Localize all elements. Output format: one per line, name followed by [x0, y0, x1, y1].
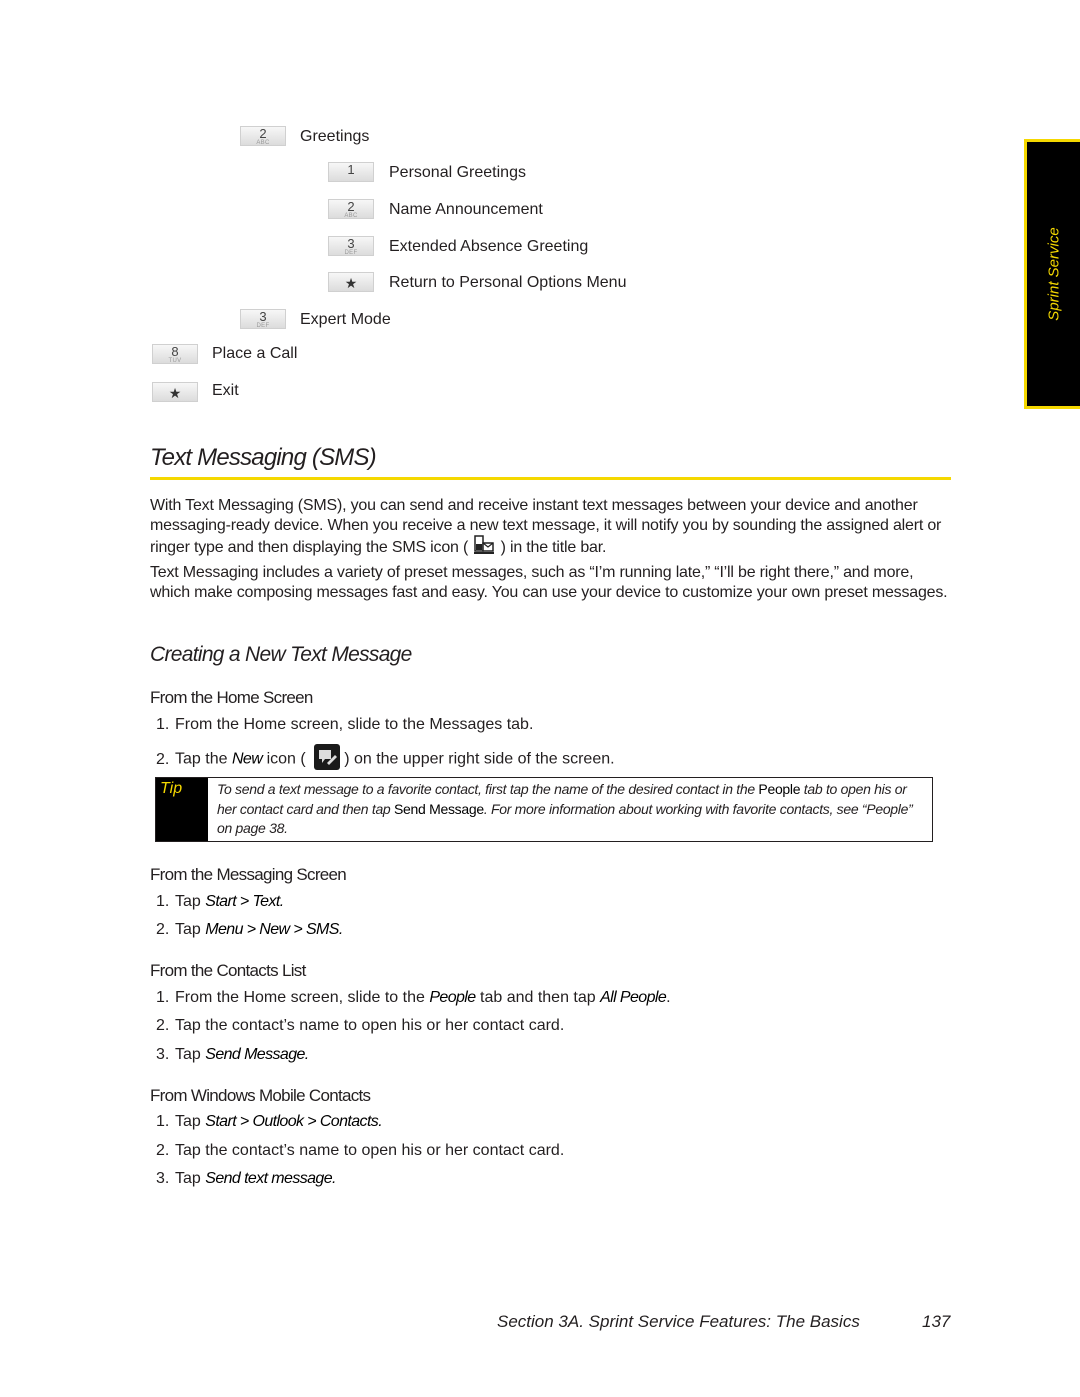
menu-item-expert-mode: Expert Mode: [300, 311, 391, 328]
home-step-1: 1. From the Home screen, slide to the Mes…: [156, 716, 534, 733]
star-icon: ★: [168, 385, 182, 401]
star-icon: ★: [344, 275, 358, 291]
key-star-button: ★: [152, 382, 198, 402]
key-2-button: 2 ABC: [240, 126, 286, 146]
wm-contacts-heading: From Windows Mobile Contacts: [150, 1086, 371, 1105]
home-step-2: 2. Tap the New icon ( ) on the upper righ…: [156, 744, 615, 775]
footer-section-title: Section 3A. Sprint Service Features: The…: [497, 1312, 860, 1331]
side-tab-label: Sprint Service: [1045, 227, 1063, 321]
intro-paragraph: With Text Messaging (SMS), you can send …: [150, 496, 950, 561]
page-number: 137: [922, 1312, 951, 1331]
menu-item-personal-greetings: Personal Greetings: [389, 164, 526, 181]
wm-step-2: 2. Tap the contact’s name to open his or …: [156, 1142, 565, 1159]
contacts-list-heading: From the Contacts List: [150, 961, 306, 980]
key-1-button: 1: [328, 162, 374, 182]
tip-text: To send a text message to a favorite con…: [217, 781, 913, 836]
key-3-button: 3 DEF: [240, 309, 286, 329]
wm-step-1: 1. Tap Start > Outlook > Contacts.: [156, 1113, 383, 1130]
menu-item-return: Return to Personal Options Menu: [389, 274, 627, 291]
messaging-step-1: 1. Tap Start > Text.: [156, 893, 284, 910]
key-3-button: 3 DEF: [328, 236, 374, 256]
key-8-button: 8 TUV: [152, 344, 198, 364]
subsection-title: Creating a New Text Message: [150, 643, 412, 666]
menu-item-exit: Exit: [212, 382, 239, 399]
messaging-screen-heading: From the Messaging Screen: [150, 865, 347, 884]
key-2-button: 2 ABC: [328, 199, 374, 219]
contacts-step-2: 2. Tap the contact’s name to open his or …: [156, 1017, 565, 1034]
contacts-step-3: 3. Tap Send Message.: [156, 1046, 309, 1063]
home-screen-heading: From the Home Screen: [150, 688, 313, 707]
tip-box: Tip To send a text message to a favorite…: [155, 777, 933, 842]
section-title: Text Messaging (SMS): [150, 444, 377, 471]
menu-item-name-announcement: Name Announcement: [389, 201, 543, 218]
menu-item-place-call: Place a Call: [212, 345, 298, 362]
new-message-icon: [314, 744, 341, 775]
contacts-step-1: 1. From the Home screen, slide to the Peo…: [156, 989, 671, 1006]
key-star-button: ★: [328, 272, 374, 292]
section-side-tab: Sprint Service: [1024, 139, 1080, 409]
title-rule: [150, 477, 951, 480]
menu-item-greetings: Greetings: [300, 128, 370, 145]
preset-paragraph: Text Messaging includes a variety of pre…: [150, 564, 948, 601]
messaging-step-2: 2. Tap Menu > New > SMS.: [156, 921, 343, 938]
wm-step-3: 3. Tap Send text message.: [156, 1170, 336, 1187]
menu-item-extended-absence: Extended Absence Greeting: [389, 238, 589, 255]
sms-icon: [472, 535, 496, 561]
tip-label: Tip: [156, 778, 208, 841]
